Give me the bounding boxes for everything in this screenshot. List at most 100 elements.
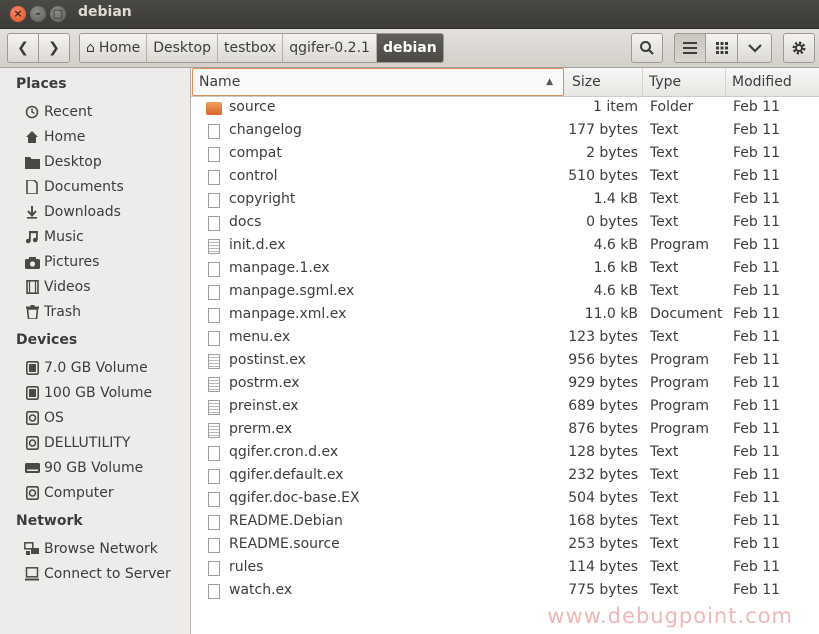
file-row[interactable]: control 510 bytes Text Feb 11 bbox=[191, 166, 819, 189]
sidebar-item-pictures[interactable]: Pictures bbox=[24, 251, 99, 273]
file-type: Text bbox=[650, 145, 679, 161]
breadcrumb: ⌂ Home Desktop testbox qgifer-0.2.1 debi… bbox=[79, 33, 444, 63]
file-name: manpage.sgml.ex bbox=[229, 283, 355, 299]
file-row[interactable]: postrm.ex 929 bytes Program Feb 11 bbox=[191, 373, 819, 396]
sidebar-item-documents[interactable]: Documents bbox=[24, 176, 124, 198]
column-size-header[interactable]: Size bbox=[566, 68, 643, 96]
text-file-icon bbox=[208, 331, 220, 346]
file-modified: Feb 11 bbox=[733, 260, 781, 276]
grid-view-icon bbox=[715, 42, 728, 54]
file-row[interactable]: compat 2 bytes Text Feb 11 bbox=[191, 143, 819, 166]
text-file-icon bbox=[208, 446, 220, 461]
file-row[interactable]: source 1 item Folder Feb 11 bbox=[191, 97, 819, 120]
sidebar-item-90gb-volume[interactable]: 90 GB Volume bbox=[24, 457, 143, 479]
sidebar-item-connect-to-server[interactable]: Connect to Server bbox=[24, 563, 171, 585]
file-size: 1.4 kB bbox=[593, 191, 638, 207]
file-modified: Feb 11 bbox=[733, 421, 781, 437]
column-name-header[interactable]: Name ▲ bbox=[192, 68, 564, 96]
file-name: compat bbox=[229, 145, 282, 161]
file-name: source bbox=[229, 99, 276, 115]
file-name: postrm.ex bbox=[229, 375, 300, 391]
settings-button[interactable] bbox=[783, 33, 815, 63]
breadcrumb-testbox[interactable]: testbox bbox=[217, 34, 284, 62]
file-modified: Feb 11 bbox=[733, 536, 781, 552]
file-type: Document bbox=[650, 306, 723, 322]
file-row[interactable]: copyright 1.4 kB Text Feb 11 bbox=[191, 189, 819, 212]
download-icon bbox=[24, 204, 40, 220]
file-name: manpage.1.ex bbox=[229, 260, 330, 276]
breadcrumb-debian[interactable]: debian bbox=[376, 34, 443, 62]
file-type: Program bbox=[650, 398, 710, 414]
sidebar-item-videos[interactable]: Videos bbox=[24, 276, 91, 298]
script-file-icon bbox=[208, 423, 220, 438]
devices-heading: Devices bbox=[16, 332, 78, 348]
sidebar-item-home[interactable]: Home bbox=[24, 126, 85, 148]
sidebar-item-7gb-volume[interactable]: 7.0 GB Volume bbox=[24, 357, 148, 379]
sidebar-item-os[interactable]: OS bbox=[24, 407, 64, 429]
file-type: Text bbox=[650, 444, 679, 460]
window-title: debian bbox=[78, 4, 132, 20]
sidebar-item-recent[interactable]: Recent bbox=[24, 101, 92, 123]
file-row[interactable]: qgifer.doc-base.EX 504 bytes Text Feb 11 bbox=[191, 488, 819, 511]
sidebar-item-100gb-volume[interactable]: 100 GB Volume bbox=[24, 382, 152, 404]
file-row[interactable]: prerm.ex 876 bytes Program Feb 11 bbox=[191, 419, 819, 442]
file-modified: Feb 11 bbox=[733, 122, 781, 138]
sidebar-item-music[interactable]: Music bbox=[24, 226, 84, 248]
file-row[interactable]: README.source 253 bytes Text Feb 11 bbox=[191, 534, 819, 557]
sidebar-item-dellutility[interactable]: DELLUTILITY bbox=[24, 432, 131, 454]
file-row[interactable]: watch.ex 775 bytes Text Feb 11 bbox=[191, 580, 819, 603]
sidebar-item-computer[interactable]: Computer bbox=[24, 482, 114, 504]
file-row[interactable]: README.Debian 168 bytes Text Feb 11 bbox=[191, 511, 819, 534]
file-row[interactable]: manpage.sgml.ex 4.6 kB Text Feb 11 bbox=[191, 281, 819, 304]
view-options-button[interactable] bbox=[737, 33, 772, 63]
file-row[interactable]: preinst.ex 689 bytes Program Feb 11 bbox=[191, 396, 819, 419]
file-row[interactable]: qgifer.cron.d.ex 128 bytes Text Feb 11 bbox=[191, 442, 819, 465]
camera-icon bbox=[24, 254, 40, 270]
file-size: 4.6 kB bbox=[593, 283, 638, 299]
back-button[interactable]: ❮ bbox=[7, 33, 39, 63]
file-row[interactable]: qgifer.default.ex 232 bytes Text Feb 11 bbox=[191, 465, 819, 488]
home-icon bbox=[24, 129, 40, 145]
breadcrumb-home[interactable]: ⌂ Home bbox=[80, 34, 148, 62]
search-button[interactable] bbox=[631, 33, 663, 63]
sidebar-item-trash[interactable]: Trash bbox=[24, 301, 81, 323]
file-name: postinst.ex bbox=[229, 352, 306, 368]
column-modified-header[interactable]: Modified bbox=[726, 68, 819, 96]
file-row[interactable]: manpage.1.ex 1.6 kB Text Feb 11 bbox=[191, 258, 819, 281]
column-header: Name ▲ Size Type Modified bbox=[191, 68, 819, 97]
file-type: Text bbox=[650, 467, 679, 483]
file-size: 253 bytes bbox=[568, 536, 638, 552]
sidebar-item-browse-network[interactable]: Browse Network bbox=[24, 538, 158, 560]
sidebar-item-desktop[interactable]: Desktop bbox=[24, 151, 102, 173]
file-row[interactable]: manpage.xml.ex 11.0 kB Document Feb 11 bbox=[191, 304, 819, 327]
file-size: 11.0 kB bbox=[584, 306, 638, 322]
file-size: 689 bytes bbox=[568, 398, 638, 414]
file-row[interactable]: rules 114 bytes Text Feb 11 bbox=[191, 557, 819, 580]
file-row[interactable]: menu.ex 123 bytes Text Feb 11 bbox=[191, 327, 819, 350]
forward-button[interactable]: ❯ bbox=[38, 33, 70, 63]
text-file-icon bbox=[208, 538, 220, 553]
file-size: 876 bytes bbox=[568, 421, 638, 437]
column-type-header[interactable]: Type bbox=[643, 68, 726, 96]
text-file-icon bbox=[208, 285, 220, 300]
server-icon bbox=[24, 566, 40, 582]
file-row[interactable]: docs 0 bytes Text Feb 11 bbox=[191, 212, 819, 235]
breadcrumb-qgifer[interactable]: qgifer-0.2.1 bbox=[283, 34, 377, 62]
close-window-button[interactable]: × bbox=[10, 6, 26, 22]
list-view-button[interactable] bbox=[674, 33, 706, 63]
breadcrumb-desktop[interactable]: Desktop bbox=[147, 34, 218, 62]
file-modified: Feb 11 bbox=[733, 168, 781, 184]
file-row[interactable]: changelog 177 bytes Text Feb 11 bbox=[191, 120, 819, 143]
maximize-window-button[interactable]: □ bbox=[50, 6, 66, 22]
grid-view-button[interactable] bbox=[705, 33, 738, 63]
text-file-icon bbox=[208, 193, 220, 208]
file-size: 128 bytes bbox=[568, 444, 638, 460]
music-icon bbox=[24, 229, 40, 245]
file-modified: Feb 11 bbox=[733, 444, 781, 460]
file-row[interactable]: postinst.ex 956 bytes Program Feb 11 bbox=[191, 350, 819, 373]
minimize-window-button[interactable]: – bbox=[30, 6, 46, 22]
sidebar-item-downloads[interactable]: Downloads bbox=[24, 201, 121, 223]
file-name: manpage.xml.ex bbox=[229, 306, 347, 322]
file-type: Text bbox=[650, 536, 679, 552]
file-row[interactable]: init.d.ex 4.6 kB Program Feb 11 bbox=[191, 235, 819, 258]
